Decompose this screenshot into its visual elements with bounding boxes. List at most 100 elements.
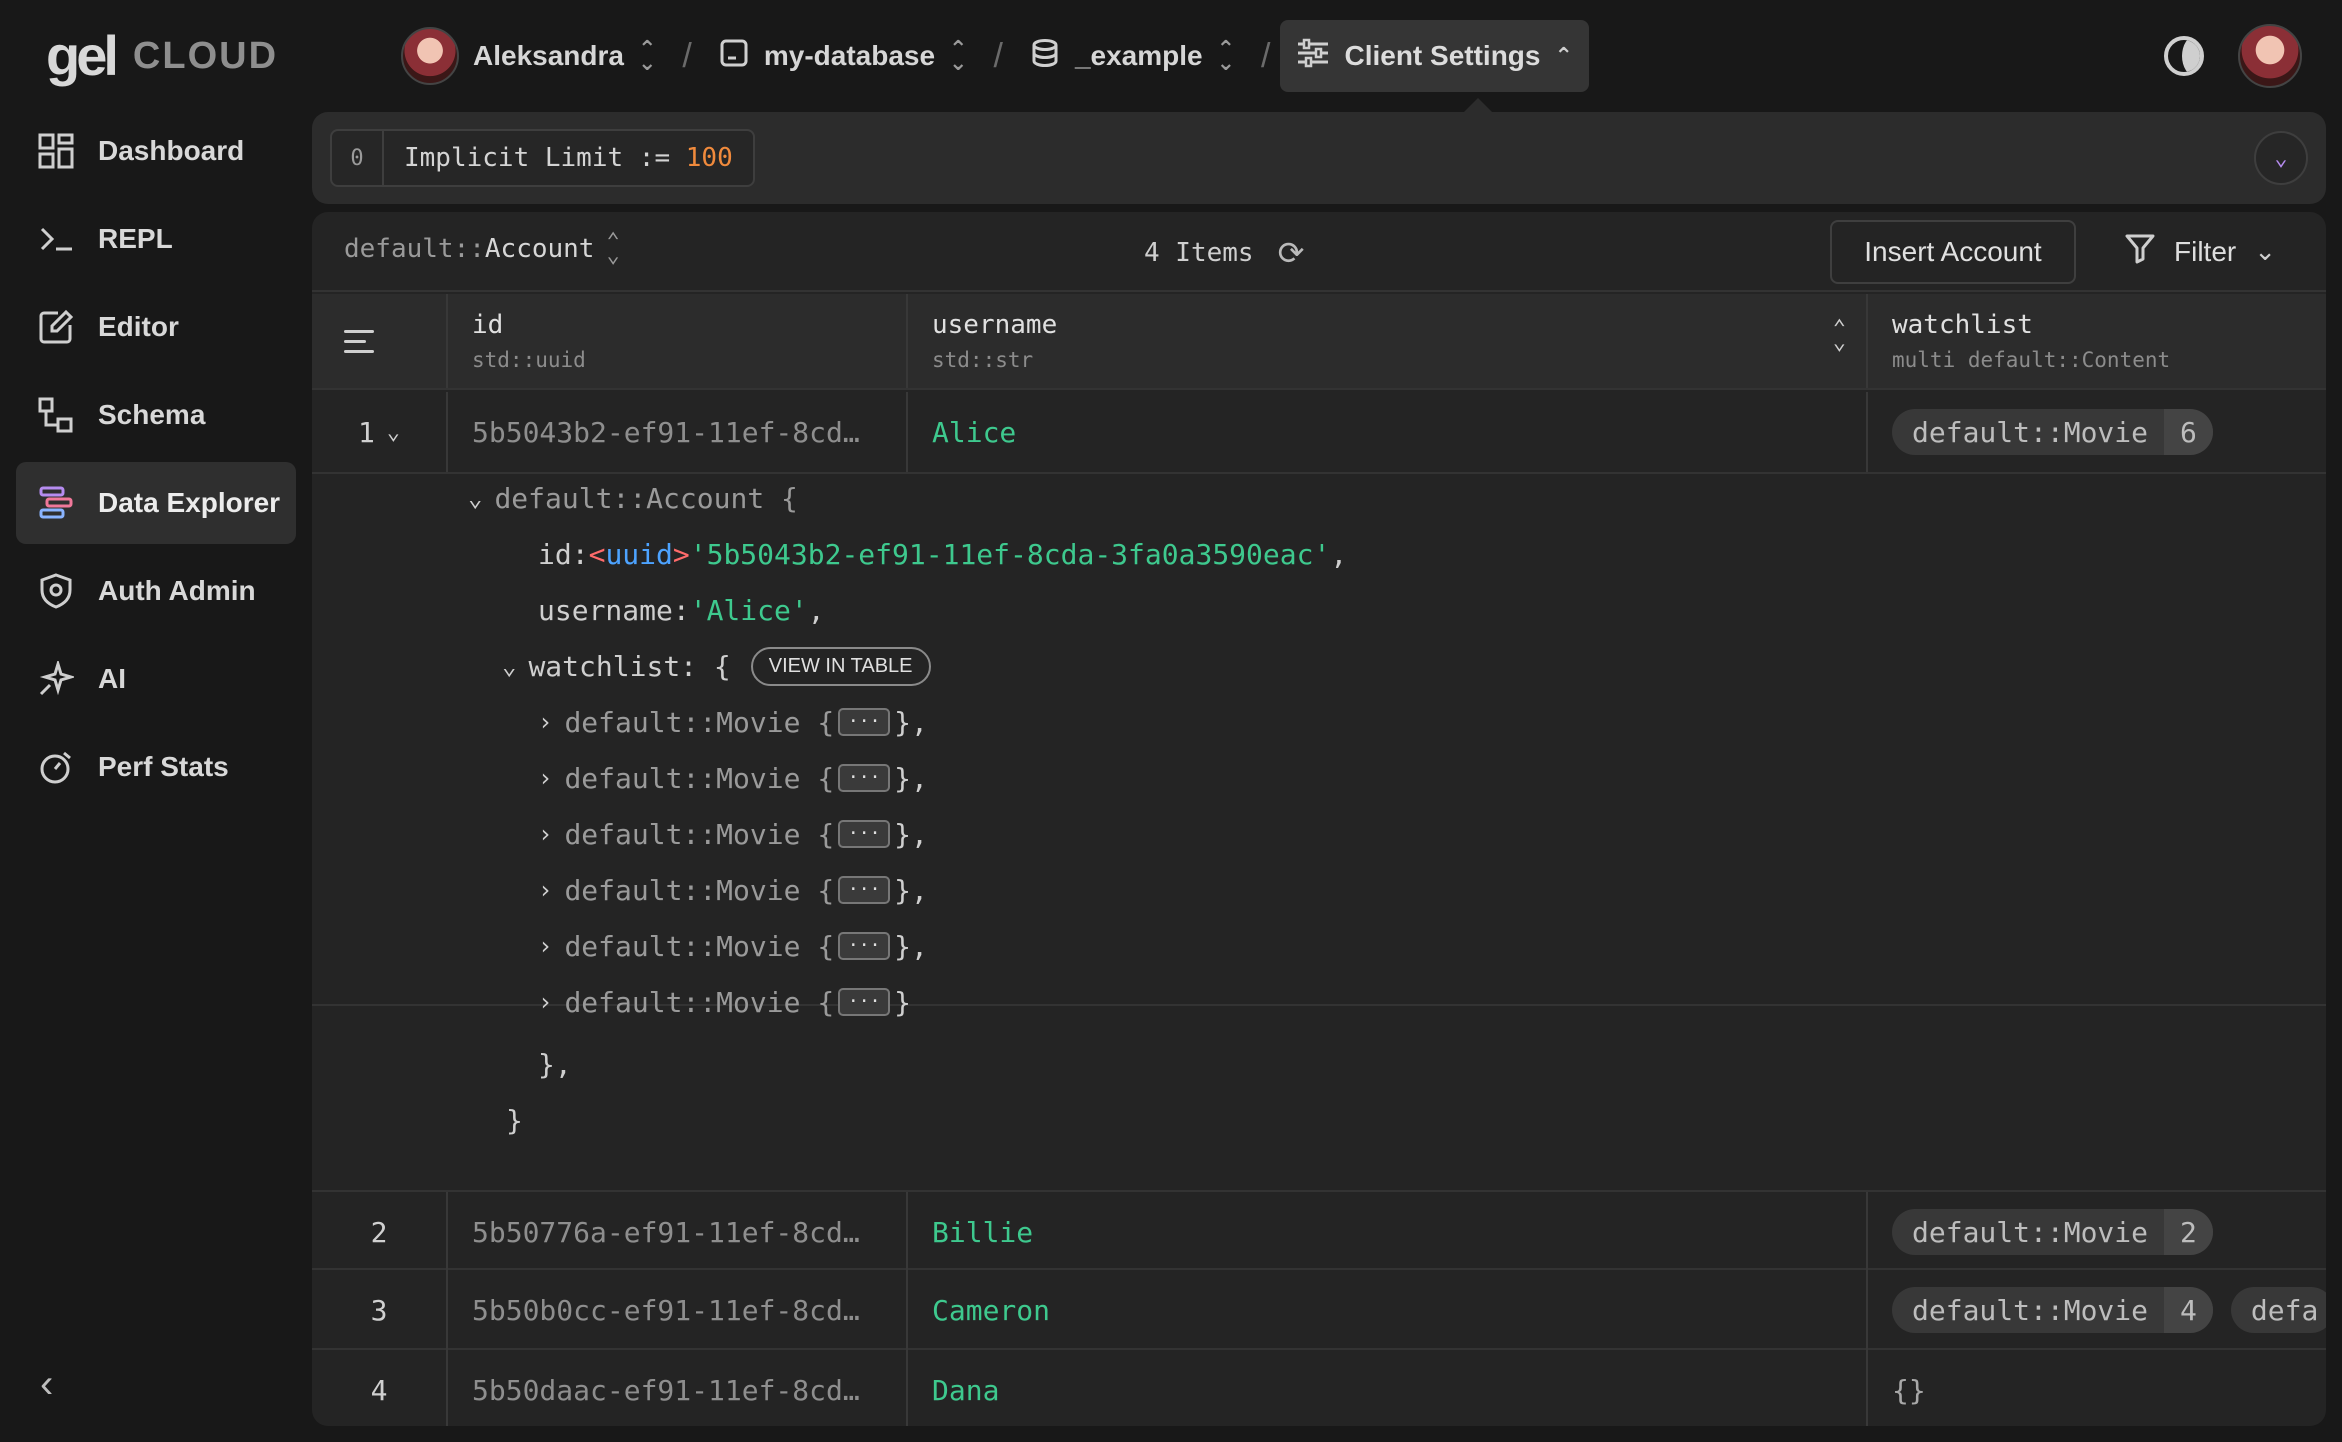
watchlist-tag[interactable]: defa xyxy=(2230,1287,2326,1333)
row-index[interactable]: 3 xyxy=(312,1270,448,1350)
id-cell[interactable]: 5b50daac-ef91-11ef-8cd… xyxy=(448,1350,908,1426)
chevron-up-down-icon: ⌃ ⌄ xyxy=(606,229,620,268)
object-type-name: Account xyxy=(484,234,595,264)
inspector-id-line: id: < uuid > '5b5043b2-ef91-11ef-8cda-3fa0a… xyxy=(538,537,1348,571)
breadcrumb-database-label: my-database xyxy=(763,40,936,71)
watchlist-item[interactable]: › default::Movie {···}, xyxy=(538,870,928,910)
sidebar-item-schema[interactable]: Schema xyxy=(16,374,296,456)
view-in-table-button[interactable]: VIEW IN TABLE xyxy=(750,646,931,686)
breadcrumb: Aleksandra ⌃ ⌄ / my-database ⌃ ⌄ / _exampl… xyxy=(385,20,1589,92)
sidebar-item-auth-admin[interactable]: Auth Admin xyxy=(16,550,296,632)
watchlist-tag[interactable]: default::Movie 6 xyxy=(1892,409,2213,455)
column-name: username xyxy=(932,310,1058,340)
watchlist-cell[interactable]: {} xyxy=(1868,1350,2326,1426)
table-row[interactable]: 3 5b50b0cc-ef91-11ef-8cd… Cameron defaul… xyxy=(312,1270,2326,1350)
column-name: watchlist xyxy=(1892,310,2033,340)
implicit-limit-text: Implicit Limit := 100 xyxy=(384,143,753,173)
column-type: std::uuid xyxy=(472,348,586,372)
theme-toggle-icon[interactable] xyxy=(2164,36,2204,76)
column-header-watchlist[interactable]: watchlist multi default::Content xyxy=(1868,294,2326,388)
breadcrumb-branch-label: _example xyxy=(1074,40,1203,71)
sidebar-item-repl[interactable]: REPL xyxy=(16,198,296,280)
sort-icon[interactable]: ⌃ ⌄ xyxy=(1833,318,1846,354)
table-row[interactable]: 2 5b50776a-ef91-11ef-8cd… Billie default… xyxy=(312,1190,2326,1272)
id-cell[interactable]: 5b50776a-ef91-11ef-8cd… xyxy=(448,1192,908,1272)
watchlist-cell[interactable]: default::Movie 6 xyxy=(1868,392,2326,472)
sidebar-item-perf-stats[interactable]: Perf Stats xyxy=(16,726,296,808)
client-settings-button[interactable]: Client Settings ⌃ xyxy=(1280,20,1589,92)
breadcrumb-branch[interactable]: _example ⌃ ⌄ xyxy=(1013,20,1251,92)
breadcrumb-database[interactable]: my-database ⌃ ⌄ xyxy=(702,20,984,92)
object-type-select[interactable]: default::Account ⌃ ⌄ xyxy=(344,229,620,268)
sidebar-item-ai[interactable]: AI xyxy=(16,638,296,720)
movie-label: default::Movie { xyxy=(564,929,835,963)
watchlist-item[interactable]: › default::Movie {···}, xyxy=(538,814,928,854)
watchlist-cell[interactable]: default::Movie 2 xyxy=(1868,1192,2326,1272)
table-row[interactable]: 1 ⌄ 5b5043b2-ef91-11ef-8cd… Alice default… xyxy=(312,392,2326,1019)
sidebar-item-label: REPL xyxy=(98,223,173,254)
chevron-left-icon[interactable]: ‹ xyxy=(40,1362,53,1407)
username-cell[interactable]: Alice xyxy=(908,392,1868,472)
setting-index: 0 xyxy=(332,131,384,185)
watchlist-key: watchlist: { xyxy=(528,649,731,683)
watchlist-tag[interactable]: default::Movie 4 xyxy=(1892,1287,2213,1333)
watchlist-item[interactable]: › default::Movie {···}, xyxy=(538,702,928,742)
inspector-watchlist-line[interactable]: ⌄ watchlist: {VIEW IN TABLE xyxy=(502,646,931,686)
table-toolbar: default::Account ⌃ ⌄ 4 Items ⟳ Insert Acc… xyxy=(312,212,2326,292)
sidebar-item-dashboard[interactable]: Dashboard xyxy=(16,110,296,192)
more-icon[interactable]: ··· xyxy=(838,820,891,848)
more-icon[interactable]: ··· xyxy=(838,764,891,792)
username-cell[interactable]: Cameron xyxy=(908,1270,1868,1350)
row-options-header[interactable] xyxy=(312,294,448,388)
column-header-id[interactable]: id std::uuid xyxy=(448,294,908,388)
inspector-username-line: username: 'Alice', xyxy=(538,593,825,627)
breadcrumb-separator: / xyxy=(1261,36,1271,75)
breadcrumb-user[interactable]: Aleksandra ⌃ ⌄ xyxy=(385,20,672,92)
insert-account-button[interactable]: Insert Account xyxy=(1830,220,2076,284)
empty-set: {} xyxy=(1892,1373,1926,1407)
data-explorer-icon xyxy=(36,483,76,523)
watchlist-tag[interactable]: default::Movie 2 xyxy=(1892,1209,2213,1255)
database-stack-icon xyxy=(1029,37,1061,76)
gel-cloud-logo[interactable]: gel CLOUD xyxy=(46,28,278,84)
refresh-icon[interactable]: ⟳ xyxy=(1278,234,1305,272)
more-icon[interactable]: ··· xyxy=(838,932,891,960)
shield-icon xyxy=(36,571,76,611)
row-index[interactable]: 2 xyxy=(312,1192,448,1272)
watchlist-item[interactable]: › default::Movie {···}, xyxy=(538,758,928,798)
implicit-limit-value: 100 xyxy=(685,143,733,173)
more-icon[interactable]: ··· xyxy=(838,988,891,1016)
filter-button[interactable]: Filter ⌄ xyxy=(2124,232,2276,271)
implicit-limit-setting[interactable]: 0 Implicit Limit := 100 xyxy=(330,129,755,187)
inspector-object-header[interactable]: ⌄ default::Account { xyxy=(468,478,798,518)
chevron-down-icon[interactable]: ⌄ xyxy=(2254,131,2308,185)
username-cell[interactable]: Dana xyxy=(908,1350,1868,1426)
more-icon[interactable]: ··· xyxy=(838,708,891,736)
chevron-right-icon: › xyxy=(538,764,553,792)
watchlist-item[interactable]: › default::Movie {···} xyxy=(538,982,911,1022)
row-divider xyxy=(312,472,2326,474)
more-icon[interactable]: ··· xyxy=(838,876,891,904)
chevron-right-icon: › xyxy=(538,820,553,848)
sidebar-item-label: Editor xyxy=(98,311,179,342)
row-index[interactable]: 1 ⌄ xyxy=(312,392,448,472)
username-cell[interactable]: Billie xyxy=(908,1192,1868,1272)
watchlist-cell[interactable]: default::Movie 4 defa xyxy=(1868,1270,2326,1350)
row-index[interactable]: 4 xyxy=(312,1350,448,1426)
table-row[interactable]: 4 5b50daac-ef91-11ef-8cd… Dana {} xyxy=(312,1350,2326,1426)
sliders-icon xyxy=(1296,37,1330,76)
username-value: 'Alice' xyxy=(689,593,808,627)
tag-count: 2 xyxy=(2164,1209,2213,1255)
account-avatar[interactable] xyxy=(2238,24,2302,88)
sidebar-item-data-explorer[interactable]: Data Explorer xyxy=(16,462,296,544)
sidebar-item-editor[interactable]: Editor xyxy=(16,286,296,368)
id-cell[interactable]: 5b5043b2-ef91-11ef-8cd… xyxy=(448,392,908,472)
schema-icon xyxy=(36,395,76,435)
sidebar-item-label: Perf Stats xyxy=(98,751,229,782)
lines-menu-icon xyxy=(344,330,374,360)
row-number: 1 xyxy=(357,415,375,449)
id-cell[interactable]: 5b50b0cc-ef91-11ef-8cd… xyxy=(448,1270,908,1350)
watchlist-item[interactable]: › default::Movie {···}, xyxy=(538,926,928,966)
cast-type: uuid xyxy=(605,537,673,571)
column-header-username[interactable]: username std::str ⌃ ⌄ xyxy=(908,294,1868,388)
